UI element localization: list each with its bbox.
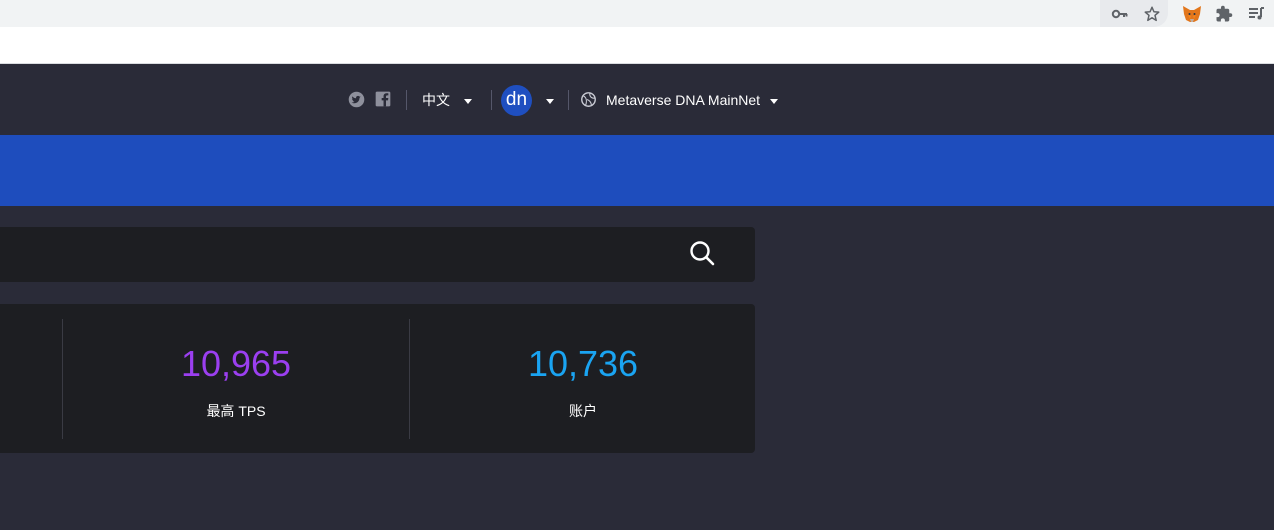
stat-label: 账户 [569,403,597,419]
stats-panel: 10,965 最高 TPS 10,736 账户 [0,304,755,453]
hero-banner [0,135,1274,206]
media-list-icon[interactable] [1245,3,1267,25]
header-divider [491,90,492,110]
avatar[interactable]: dn [501,85,532,116]
search-icon [689,240,715,271]
globe-icon [580,91,597,108]
chevron-down-icon[interactable] [770,99,778,104]
chevron-down-icon[interactable] [464,99,472,104]
stat-label: 最高 TPS [206,403,266,419]
puzzle-icon[interactable] [1213,3,1235,25]
star-icon[interactable] [1141,3,1163,25]
search-button[interactable] [682,239,722,271]
facebook-icon[interactable] [375,91,392,108]
language-label[interactable]: 中文 [422,90,450,110]
chevron-down-icon[interactable] [546,99,554,104]
header-divider [568,90,569,110]
stat-value: 10,736 [527,343,639,384]
stat-value: 10,965 [180,343,292,384]
metamask-fox-icon[interactable] [1181,3,1203,25]
network-label[interactable]: Metaverse DNA MainNet [606,90,760,110]
search-bar [0,227,755,282]
twitter-icon[interactable] [348,91,365,108]
bookmark-bar [0,27,1274,64]
search-input[interactable] [0,227,660,282]
key-icon[interactable] [1109,3,1131,25]
header-divider [406,90,407,110]
site-header: 中文 dn Metaverse DNA MainNet [0,64,1274,135]
browser-toolbar [0,0,1274,27]
